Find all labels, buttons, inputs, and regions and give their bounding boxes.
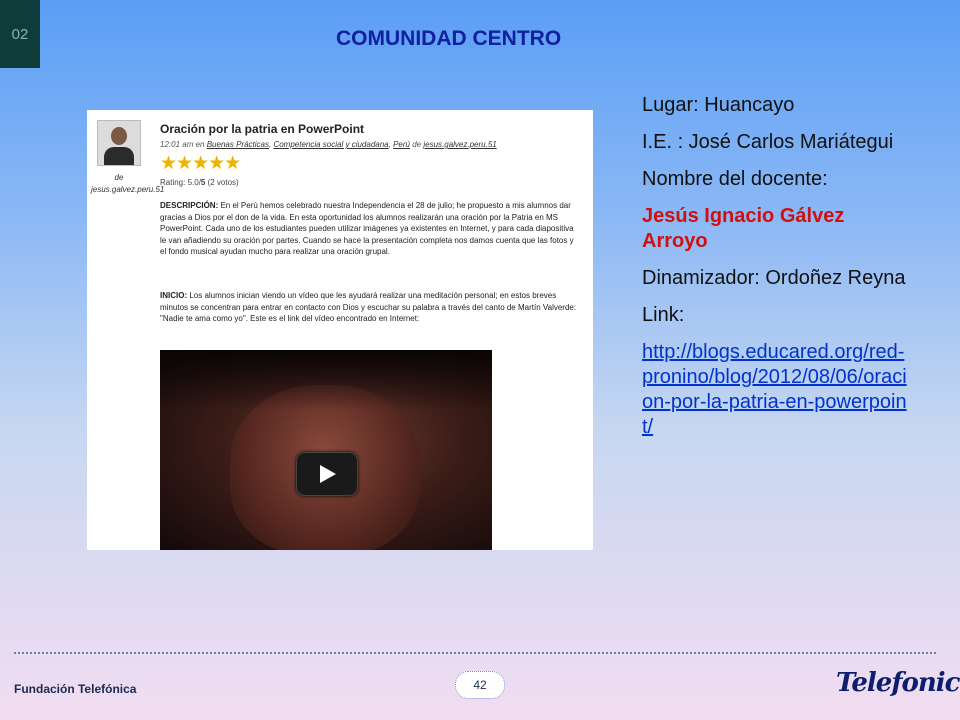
description-label: DESCRIPCIÓN: (160, 201, 219, 210)
info-lugar: Lugar: Huancayo (642, 94, 795, 116)
author-name[interactable]: de jesus.galvez.peru.51 (91, 172, 164, 196)
category-link-buenas-practicas[interactable]: Buenas Prácticas (207, 140, 269, 149)
footer-divider (14, 652, 936, 654)
category-link-peru[interactable]: Perú (393, 140, 410, 149)
description-paragraph: DESCRIPCIÓN: En el Perú hemos celebrado … (160, 200, 580, 258)
post-meta: 12:01 am en Buenas Prácticas, Competenci… (160, 140, 497, 149)
inicio-label: INICIO: (160, 291, 188, 300)
inicio-text: Los alumnos inician viendo un vídeo que … (160, 291, 577, 323)
meta-time: 12:01 am en (160, 140, 205, 149)
slide-title: COMUNIDAD CENTRO (336, 27, 562, 50)
meta-by: de (412, 140, 422, 149)
video-player[interactable] (160, 350, 492, 550)
category-link-competencia[interactable]: Competencia social y ciudadana (273, 140, 388, 149)
info-panel: Lugar: Huancayo I.E. : José Carlos Mariá… (642, 93, 912, 452)
info-link-url[interactable]: http://blogs.educared.org/red-pronino/bl… (642, 341, 907, 438)
info-docente-label: Nombre del docente: (642, 168, 828, 190)
info-ie: I.E. : José Carlos Mariátegui (642, 131, 894, 153)
rating-text: Rating: 5.0/5 (2 votos) (160, 178, 239, 187)
info-docente-name: Jesús Ignacio Gálvez Arroyo (642, 205, 845, 252)
slide-number: 02 (0, 0, 40, 68)
post-title[interactable]: Oración por la patria en PowerPoint (160, 122, 364, 136)
info-dinamizador: Dinamizador: Ordoñez Reyna (642, 267, 906, 289)
info-link-label: Link: (642, 304, 685, 326)
author-avatar[interactable] (97, 120, 141, 166)
play-icon[interactable] (296, 452, 358, 496)
blog-screenshot: de jesus.galvez.peru.51 Oración por la p… (87, 110, 593, 550)
telefonica-logo: Telefonica (836, 668, 960, 698)
rating-votes: (2 votos) (205, 178, 239, 187)
description-text: En el Perú hemos celebrado nuestra Indep… (160, 201, 574, 256)
meta-user-link[interactable]: jesus.galvez.peru.51 (423, 140, 496, 149)
rating-stars-icon[interactable]: ★★★★★ (160, 154, 241, 174)
rating-label: Rating: 5.0/ (160, 178, 201, 187)
footer-text: Fundación Telefónica (14, 682, 137, 696)
page-number: 42 (455, 671, 505, 699)
inicio-paragraph: INICIO: Los alumnos inician viendo un ví… (160, 290, 580, 325)
